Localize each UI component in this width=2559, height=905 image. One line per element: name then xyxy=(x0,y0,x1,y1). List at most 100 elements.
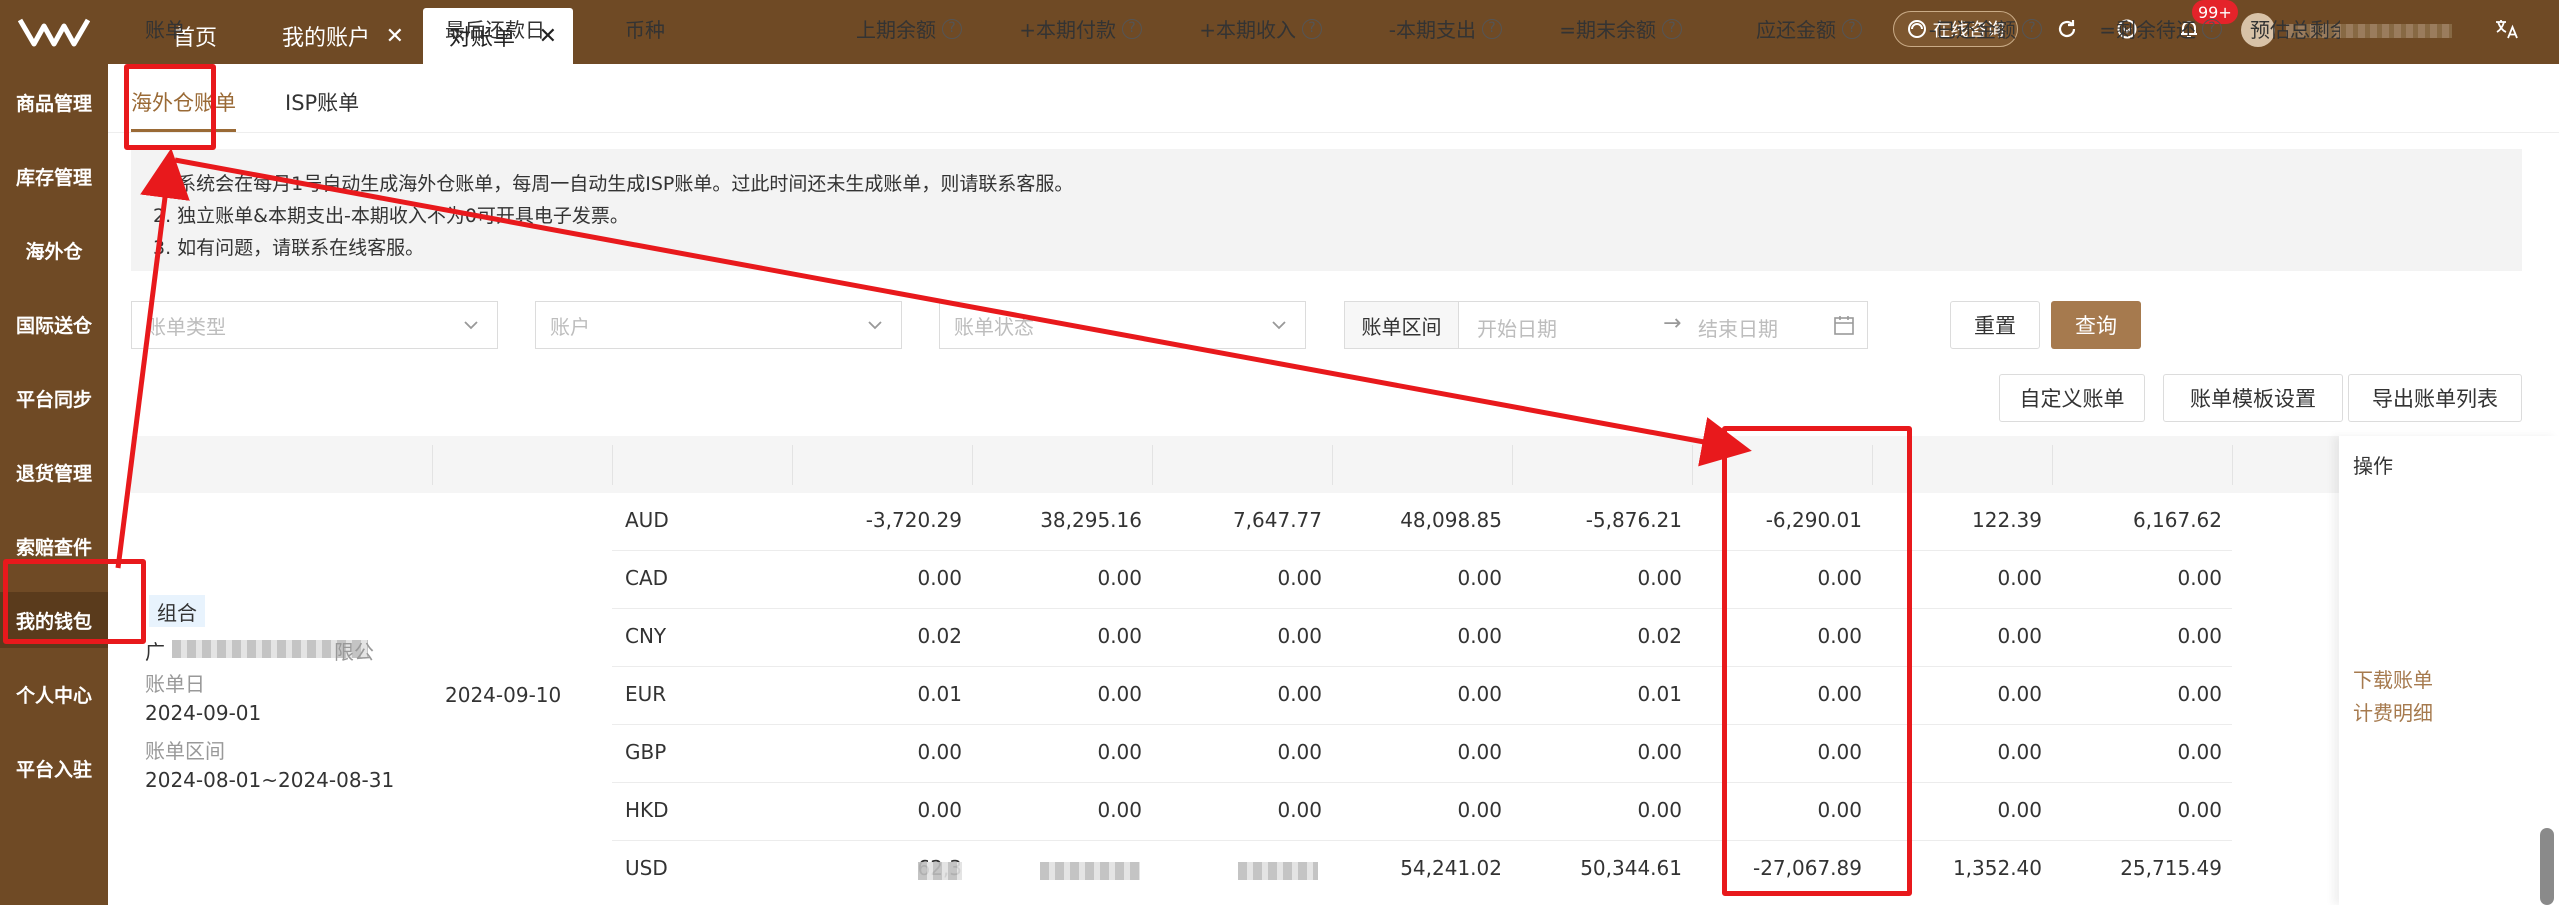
start-date-input[interactable]: 开始日期 xyxy=(1477,313,1557,342)
col-remaining: =剩余待还? xyxy=(2060,0,2222,57)
combo-tag: 组合 xyxy=(149,595,205,627)
bill-range-label: 账单区间 xyxy=(145,739,225,763)
remain-cell: 6,167.62 xyxy=(2132,508,2222,532)
account-placeholder: 账户 xyxy=(550,314,590,339)
reset-button[interactable]: 重置 xyxy=(1950,301,2040,349)
notice-line: 2. 独立账单&本期支出-本期收入不为0可开具电子发票。 xyxy=(153,205,629,227)
prev-cell: 0.00 xyxy=(917,798,962,822)
export-bill-list-button[interactable]: 导出账单列表 xyxy=(2348,374,2522,422)
scrollbar[interactable] xyxy=(2540,828,2554,905)
annotation-box-wallet xyxy=(3,559,146,644)
tab-my-account[interactable]: 我的账户 ✕ xyxy=(270,8,420,64)
divider xyxy=(612,550,2232,551)
bill-status-select[interactable]: 账单状态 xyxy=(939,301,1306,349)
bill-date-range[interactable]: 账单区间 开始日期 → 结束日期 xyxy=(1344,301,1868,349)
divider xyxy=(792,445,793,485)
notice-box: 1. 系统会在每月1号自动生成海外仓账单，每周一自动生成ISP账单。过此时间还未… xyxy=(131,149,2522,271)
bill-template-button[interactable]: 账单模板设置 xyxy=(2163,374,2343,422)
bill-type-select[interactable]: 账单类型 xyxy=(131,301,498,349)
help-icon[interactable]: ? xyxy=(942,18,962,39)
date-range-label: 账单区间 xyxy=(1345,302,1459,348)
remain-cell: 0.00 xyxy=(2177,798,2222,822)
divider xyxy=(612,724,2232,725)
divider xyxy=(432,445,433,485)
annotation-box-due-column xyxy=(1722,426,1912,896)
help-icon[interactable]: ? xyxy=(1302,18,1322,39)
sidebar-item-profile[interactable]: 个人中心 xyxy=(0,666,108,722)
bill-date-label: 账单日 xyxy=(145,672,205,696)
bill-name: 广 xyxy=(145,636,165,665)
sidebar-item-platform-join[interactable]: 平台入驻 xyxy=(0,740,108,796)
table-header xyxy=(131,436,2522,493)
redacted-text xyxy=(1238,862,1318,880)
sidebar-item-label: 索赔查件 xyxy=(15,536,92,559)
col-estimated-remaining: 预估总剩余 xyxy=(2250,18,2340,42)
end-cell: 50,344.61 xyxy=(1580,856,1682,880)
account-select[interactable]: 账户 xyxy=(535,301,902,349)
col-payment: +本期付款? xyxy=(980,0,1142,57)
col-operations: 操作 xyxy=(2353,454,2393,478)
col-paid-amount: -已还金额? xyxy=(1880,0,2042,57)
sidebar-item-platform-sync[interactable]: 平台同步 xyxy=(0,370,108,426)
currency-cell: USD xyxy=(625,856,668,880)
inc-cell: 0.00 xyxy=(1277,798,1322,822)
calendar-icon xyxy=(1834,316,1854,335)
last-repay-date: 2024-09-10 xyxy=(445,683,562,707)
translate-icon[interactable] xyxy=(2490,12,2524,46)
divider xyxy=(612,840,2232,841)
divider xyxy=(1512,445,1513,485)
sidebar-item-label: 库存管理 xyxy=(15,166,92,189)
end-date-input[interactable]: 结束日期 xyxy=(1698,313,1778,342)
custom-bill-button[interactable]: 自定义账单 xyxy=(1999,374,2145,422)
tab-isp-bill[interactable]: ISP账单 xyxy=(285,82,359,122)
divider xyxy=(2052,445,2053,485)
sidebar-item-inventory[interactable]: 库存管理 xyxy=(0,148,108,204)
fee-details-link[interactable]: 计费明细 xyxy=(2353,697,2433,726)
end-cell: 0.02 xyxy=(1637,624,1682,648)
sidebar-item-label: 平台入驻 xyxy=(15,758,92,781)
col-expense: -本期支出? xyxy=(1340,0,1502,57)
sidebar-item-product[interactable]: 商品管理 xyxy=(0,74,108,130)
notice-line: 1. 系统会在每月1号自动生成海外仓账单，每周一自动生成ISP账单。过此时间还未… xyxy=(153,173,1074,195)
sidebar-item-overseas-warehouse[interactable]: 海外仓 xyxy=(0,222,108,278)
col-due-amount: 应还金额? xyxy=(1700,0,1862,57)
pay-cell: 0.00 xyxy=(1097,566,1142,590)
chevron-down-icon xyxy=(1272,321,1286,330)
help-icon[interactable]: ? xyxy=(1122,18,1142,39)
help-icon[interactable]: ? xyxy=(2022,18,2042,39)
divider xyxy=(612,666,2232,667)
sidebar-item-returns[interactable]: 退货管理 xyxy=(0,444,108,500)
help-icon[interactable]: ? xyxy=(2202,18,2222,39)
divider xyxy=(1152,445,1153,485)
col-bill: 账单 xyxy=(145,18,185,42)
inc-cell: 0.00 xyxy=(1277,624,1322,648)
end-cell: 0.00 xyxy=(1637,798,1682,822)
help-icon[interactable]: ? xyxy=(1662,18,1682,39)
sidebar-item-label: 商品管理 xyxy=(15,92,92,115)
currency-cell: CAD xyxy=(625,566,669,590)
divider xyxy=(108,132,2559,133)
col-last-repay-date: 最后还款日 xyxy=(445,18,545,42)
bill-range: 2024-08-01~2024-08-31 xyxy=(145,768,395,792)
help-icon[interactable]: ? xyxy=(1842,18,1862,39)
close-icon[interactable]: ✕ xyxy=(386,24,404,49)
prev-cell: 0.01 xyxy=(917,682,962,706)
sidebar-item-intl-delivery[interactable]: 国际送仓 xyxy=(0,296,108,352)
download-bill-link[interactable]: 下载账单 xyxy=(2353,664,2433,693)
help-icon[interactable]: ? xyxy=(1482,18,1502,39)
divider xyxy=(612,782,2232,783)
divider xyxy=(612,445,613,485)
prev-cell: 0.02 xyxy=(917,624,962,648)
query-button[interactable]: 查询 xyxy=(2051,301,2141,349)
exp-cell: 0.00 xyxy=(1457,798,1502,822)
end-cell: -5,876.21 xyxy=(1585,508,1682,532)
currency-cell: HKD xyxy=(625,798,669,822)
pay-cell: 38,295.16 xyxy=(1040,508,1142,532)
exp-cell: 54,241.02 xyxy=(1400,856,1502,880)
end-cell: 0.00 xyxy=(1637,566,1682,590)
col-end-balance: =期末余额? xyxy=(1520,0,1682,57)
prev-cell: -3,720.29 xyxy=(865,508,962,532)
brand-logo-icon[interactable] xyxy=(18,14,90,50)
bill-status-placeholder: 账单状态 xyxy=(954,314,1034,339)
operations-column: 操作 下载账单 计费明细 xyxy=(2339,436,2559,905)
